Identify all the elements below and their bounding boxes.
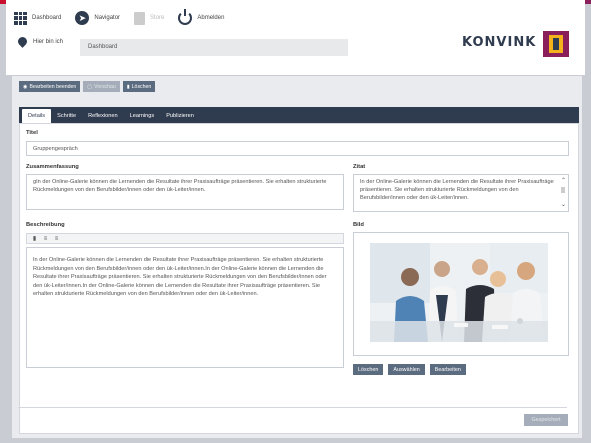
brand-logo	[543, 31, 569, 57]
preview-label: Vorschau	[94, 83, 116, 90]
monitor-icon: ▢	[87, 83, 93, 90]
saved-button[interactable]: Gespeichert	[524, 414, 568, 426]
delete-button[interactable]: ▮ Löschen	[122, 81, 156, 92]
summary-label: Zusammenfassung	[26, 164, 79, 170]
nav-navigator-label: Navigator	[94, 15, 121, 21]
editor-toolbar: ▮ ≡ ≡	[26, 233, 344, 244]
quote-label: Zitat	[353, 164, 366, 170]
nav-dashboard-label: Dashboard	[32, 15, 62, 21]
finish-editing-button[interactable]: ◉ Bearbeiten beenden	[19, 81, 81, 92]
floppy-icon	[134, 11, 146, 25]
quote-scrollbar[interactable]: ⌃ ⌄	[560, 178, 566, 208]
preview-button[interactable]: ▢ Vorschau	[83, 81, 120, 92]
image-choose-button[interactable]: Auswählen	[388, 364, 425, 375]
grid-icon	[14, 11, 27, 25]
action-toolbar: ◉ Bearbeiten beenden ▢ Vorschau ▮ Lösche…	[19, 81, 156, 92]
image-label: Bild	[353, 222, 364, 228]
location-label: Hier bin ich	[33, 38, 64, 45]
image-actions: Löschen Auswählen Bearbeiten	[353, 364, 466, 375]
meeting-photo-graphic	[370, 243, 548, 342]
unordered-list-icon[interactable]: ≡	[53, 235, 60, 242]
location-indicator: Hier bin ich	[16, 35, 64, 48]
tab-publizieren[interactable]: Publizieren	[160, 109, 200, 123]
ordered-list-icon[interactable]: ≡	[42, 235, 49, 242]
compass-icon: ➤	[75, 11, 90, 25]
image-edit-button[interactable]: Bearbeiten	[429, 364, 466, 375]
bold-icon[interactable]: ▮	[31, 235, 38, 242]
form-divider	[18, 407, 567, 408]
summary-textarea[interactable]: gIn der Online-Galerie können die Lernen…	[26, 174, 344, 210]
quote-textarea[interactable]: In der Online-Galerie können die Lernend…	[353, 174, 569, 212]
scroll-thumb[interactable]	[561, 187, 565, 193]
title-label: Titel	[26, 130, 38, 136]
nav-logout-label: Abmelden	[197, 15, 225, 21]
description-editor[interactable]: In der Online-Galerie können die Lernend…	[26, 247, 344, 368]
main-nav: Dashboard ➤ Navigator Store Abmelden	[14, 9, 224, 27]
brand-name: KONVINK	[462, 35, 537, 50]
finish-editing-label: Bearbeiten beenden	[29, 83, 77, 90]
nav-save-label: Store	[150, 15, 165, 21]
quote-text: In der Online-Galerie können die Lernend…	[360, 179, 554, 201]
tab-bar: Details Schritte Reflexionen Learnings P…	[19, 107, 579, 123]
nav-navigator[interactable]: ➤ Navigator	[75, 9, 120, 27]
meeting-photo	[370, 243, 548, 342]
image-delete-button[interactable]: Löschen	[353, 364, 384, 375]
breadcrumb[interactable]: Dashboard	[80, 39, 348, 56]
eye-icon: ◉	[23, 83, 28, 90]
tab-schritte[interactable]: Schritte	[51, 109, 82, 123]
tab-reflexionen[interactable]: Reflexionen	[82, 109, 124, 123]
pin-icon	[16, 35, 29, 48]
tab-learnings[interactable]: Learnings	[124, 109, 161, 123]
nav-dashboard[interactable]: Dashboard	[14, 9, 61, 27]
nav-save[interactable]: Store	[134, 9, 164, 27]
tab-details[interactable]: Details	[22, 109, 52, 123]
chevron-down-icon[interactable]: ⌄	[561, 202, 566, 208]
description-label: Beschreibung	[26, 222, 65, 228]
power-icon	[178, 9, 193, 25]
nav-logout[interactable]: Abmelden	[178, 9, 224, 27]
delete-label: Löschen	[131, 83, 152, 90]
title-input[interactable]: Gruppengespräch	[26, 141, 569, 156]
chevron-up-icon[interactable]: ⌃	[561, 178, 566, 184]
trash-icon: ▮	[126, 83, 130, 90]
